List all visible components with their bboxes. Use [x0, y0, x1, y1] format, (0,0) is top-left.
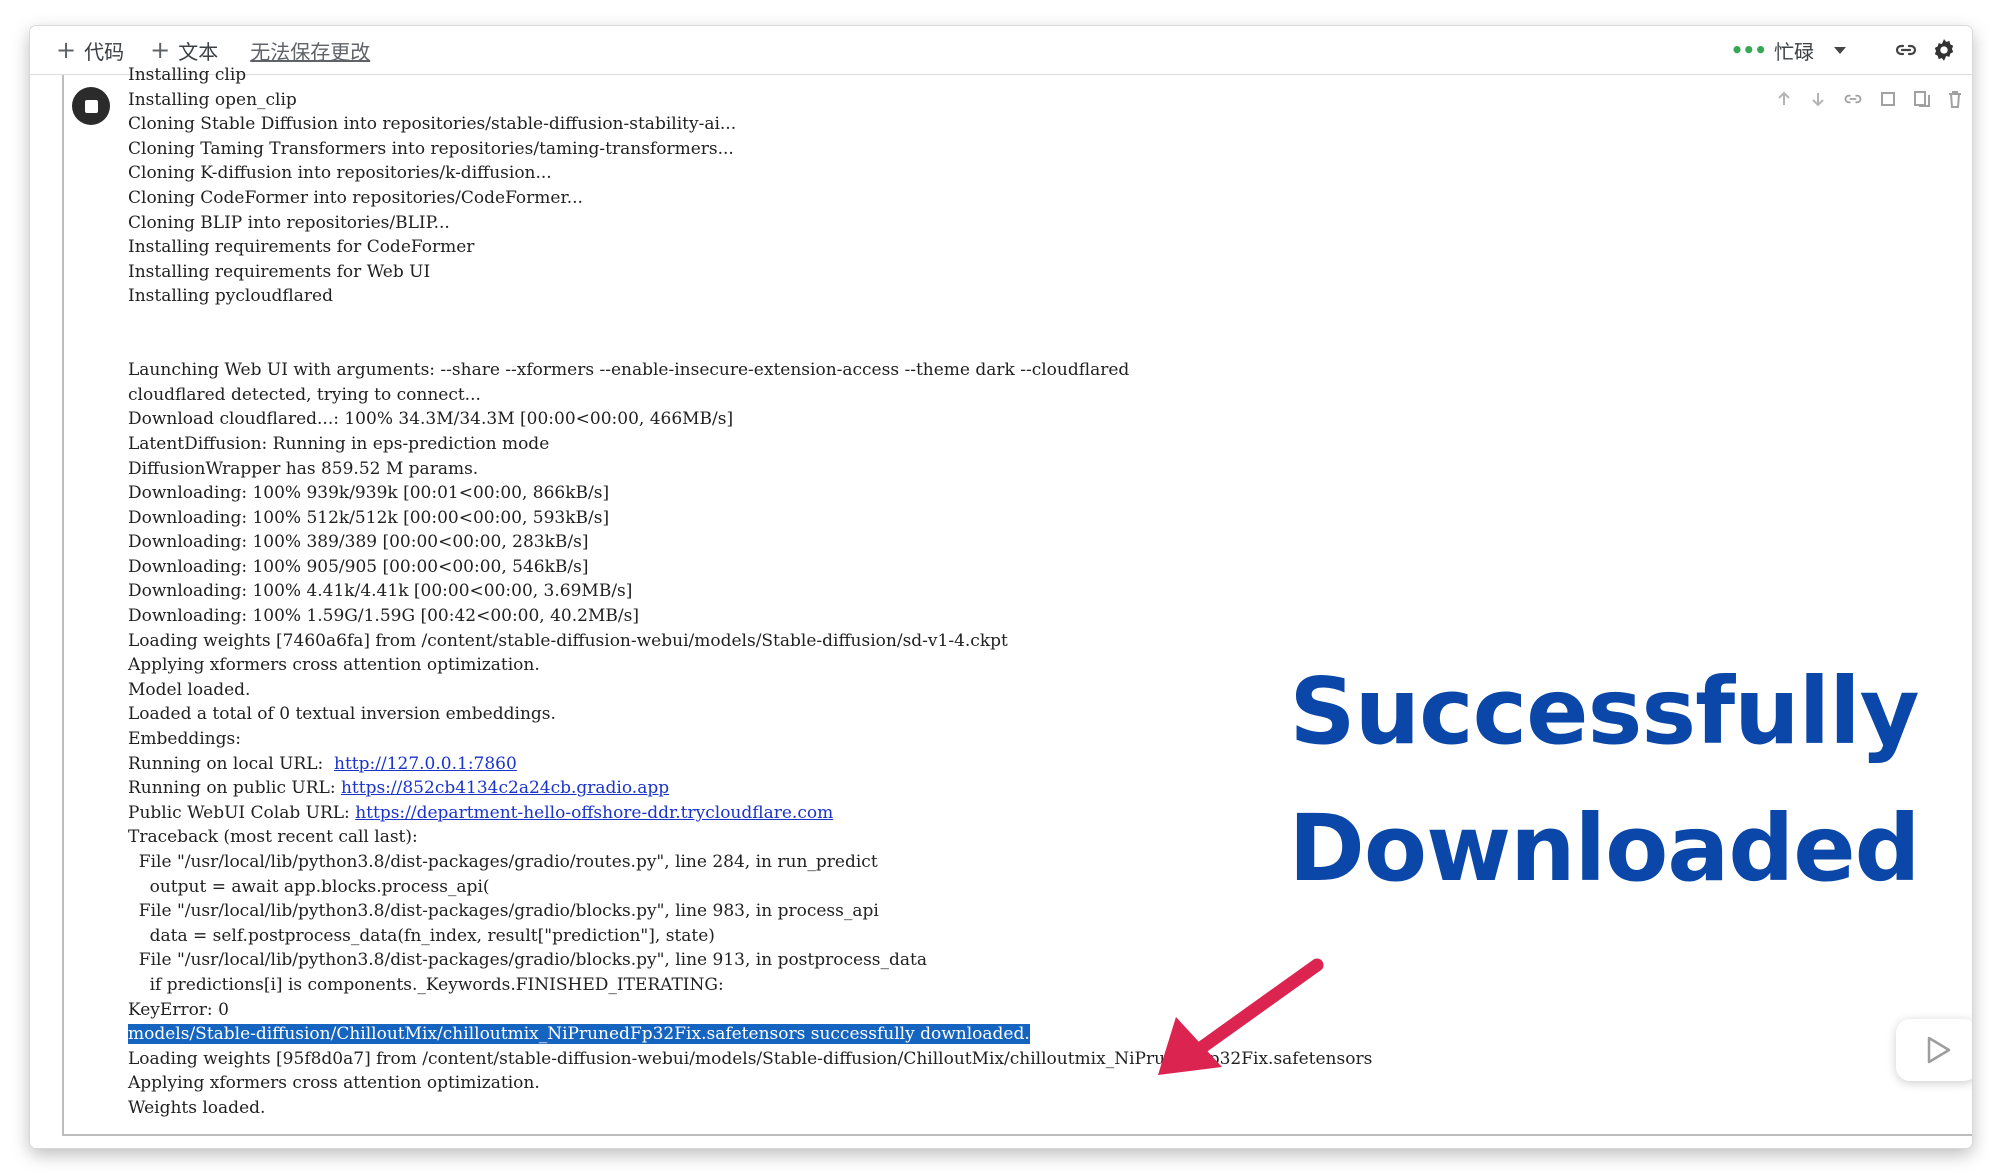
output-line: Installing clip	[128, 65, 247, 85]
output-line: Downloading: 100% 905/905 [00:00<00:00, …	[128, 556, 589, 577]
cell-border-bottom	[62, 1134, 1972, 1136]
output-line: cloudflared detected, trying to connect.…	[128, 384, 481, 405]
output-line: Applying xformers cross attention optimi…	[128, 1073, 540, 1094]
add-code-label: 代码	[84, 39, 125, 64]
add-code-button[interactable]: + 代码	[56, 36, 124, 65]
traceback-line: if predictions[i] is components._Keyword…	[128, 974, 724, 995]
cell-output: Installing clip Installing open_clip Clo…	[128, 63, 1628, 1121]
code-cell: Installing clip Installing open_clip Clo…	[30, 65, 1972, 1148]
output-line: Cloning CodeFormer into repositories/Cod…	[128, 187, 583, 208]
toolbar-right: ••• 忙碌	[1731, 26, 1958, 74]
add-text-label: 文本	[178, 39, 219, 64]
colab-window: + 代码 + 文本 无法保存更改 ••• 忙碌 Installing clip …	[30, 26, 1972, 1148]
cell-border-left	[62, 75, 64, 1136]
save-status-link[interactable]: 无法保存更改	[250, 36, 370, 65]
colab-url-prefix: Public WebUI Colab URL:	[128, 802, 356, 823]
stop-execution-button[interactable]	[72, 87, 110, 125]
selected-text[interactable]: models/Stable-diffusion/ChilloutMix/chil…	[128, 1024, 1030, 1045]
output-line: Launching Web UI with arguments: --share…	[128, 360, 1130, 381]
busy-dots-icon: •••	[1730, 38, 1767, 62]
output-line: Cloning BLIP into repositories/BLIP...	[128, 212, 450, 233]
plus-icon: +	[56, 36, 77, 64]
output-line: Installing pycloudflared	[128, 286, 333, 307]
output-line: Weights loaded.	[128, 1097, 266, 1118]
output-line: Loading weights [95f8d0a7] from /content…	[128, 1048, 1373, 1069]
output-line: Download cloudflared...: 100% 34.3M/34.3…	[128, 409, 734, 430]
output-line: Downloading: 100% 1.59G/1.59G [00:42<00:…	[128, 606, 639, 627]
chevron-down-icon[interactable]	[1834, 46, 1846, 54]
colab-url-link[interactable]: https://department-hello-offshore-ddr.tr…	[355, 803, 833, 823]
runtime-status[interactable]: 忙碌	[1774, 36, 1814, 65]
mirror-cell-icon[interactable]	[1912, 89, 1932, 113]
public-url-prefix: Running on public URL:	[128, 778, 341, 799]
arrow-annotation	[1158, 958, 1324, 1075]
output-line: Downloading: 100% 512k/512k [00:00<00:00…	[128, 507, 610, 528]
output-line: Installing open_clip	[128, 89, 297, 110]
local-url-link[interactable]: http://127.0.0.1:7860	[334, 754, 517, 774]
traceback-line: File "/usr/local/lib/python3.8/dist-pack…	[128, 950, 927, 971]
output-line: LatentDiffusion: Running in eps-predicti…	[128, 433, 550, 454]
output-line: Cloning Taming Transformers into reposit…	[128, 138, 734, 159]
add-text-button[interactable]: + 文本	[150, 36, 218, 65]
output-line: DiffusionWrapper has 859.52 M params.	[128, 458, 479, 479]
settings-icon[interactable]	[1878, 89, 1898, 113]
play-button[interactable]	[1896, 1019, 1972, 1081]
output-line: Cloning Stable Diffusion into repositori…	[128, 114, 737, 135]
output-line: Downloading: 100% 939k/939k [00:01<00:00…	[128, 483, 610, 504]
annotation-line-1: Successfully	[1289, 658, 1919, 765]
highlighted-line: models/Stable-diffusion/ChilloutMix/chil…	[128, 1022, 1628, 1047]
traceback-line: KeyError: 0	[128, 999, 229, 1020]
plus-icon: +	[150, 36, 171, 64]
play-icon	[1927, 1036, 1951, 1064]
local-url-prefix: Running on local URL:	[128, 753, 335, 774]
link-icon[interactable]	[1842, 89, 1864, 113]
output-line: Cloning K-diffusion into repositories/k-…	[128, 163, 552, 184]
output-line: Downloading: 100% 389/389 [00:00<00:00, …	[128, 532, 589, 553]
gear-icon[interactable]	[1930, 36, 1958, 64]
stop-icon	[84, 99, 98, 113]
move-up-icon[interactable]	[1774, 89, 1794, 113]
cell-toolbar	[1760, 89, 1964, 113]
output-line: Installing requirements for Web UI	[128, 261, 431, 282]
success-annotation: Successfully Downloaded	[1284, 643, 1924, 917]
output-line: Downloading: 100% 4.41k/4.41k [00:00<00:…	[128, 581, 633, 602]
public-url-link[interactable]: https://852cb4134c2a24cb.gradio.app	[341, 778, 669, 798]
delete-icon[interactable]	[1946, 89, 1964, 113]
traceback-line: data = self.postprocess_data(fn_index, r…	[128, 925, 715, 946]
move-down-icon[interactable]	[1808, 89, 1828, 113]
annotation-line-2: Downloaded	[1288, 795, 1921, 902]
output-line: Installing requirements for CodeFormer	[128, 237, 475, 258]
link-icon[interactable]	[1892, 36, 1920, 64]
